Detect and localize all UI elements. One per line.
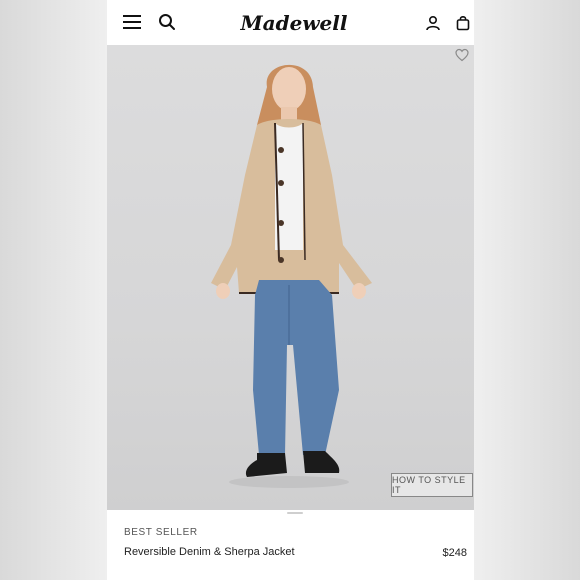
model-photo (211, 64, 372, 488)
top-nav: Madewell (107, 0, 474, 45)
account-icon[interactable] (425, 15, 441, 31)
bag-icon[interactable] (456, 15, 470, 31)
svg-text:Madewell: Madewell (240, 11, 348, 35)
product-price: $248 (442, 547, 467, 559)
brand-logo[interactable]: Madewell (239, 9, 349, 37)
backdrop-left (0, 0, 107, 580)
carousel-indicator (287, 512, 303, 514)
heart-icon[interactable] (455, 48, 469, 62)
product-image[interactable]: HOW TO STYLE IT (107, 45, 474, 510)
product-info: BEST SELLER Reversible Denim & Sherpa Ja… (107, 516, 474, 580)
how-to-style-it-button[interactable]: HOW TO STYLE IT (391, 473, 473, 497)
product-screen: Madewell HOW TO STYLE IT BEST SELLER Rev… (107, 0, 474, 580)
menu-icon[interactable] (123, 13, 141, 31)
search-icon[interactable] (158, 13, 176, 31)
backdrop-right (474, 0, 580, 580)
product-name[interactable]: Reversible Denim & Sherpa Jacket (124, 546, 295, 558)
best-seller-badge: BEST SELLER (124, 527, 198, 538)
